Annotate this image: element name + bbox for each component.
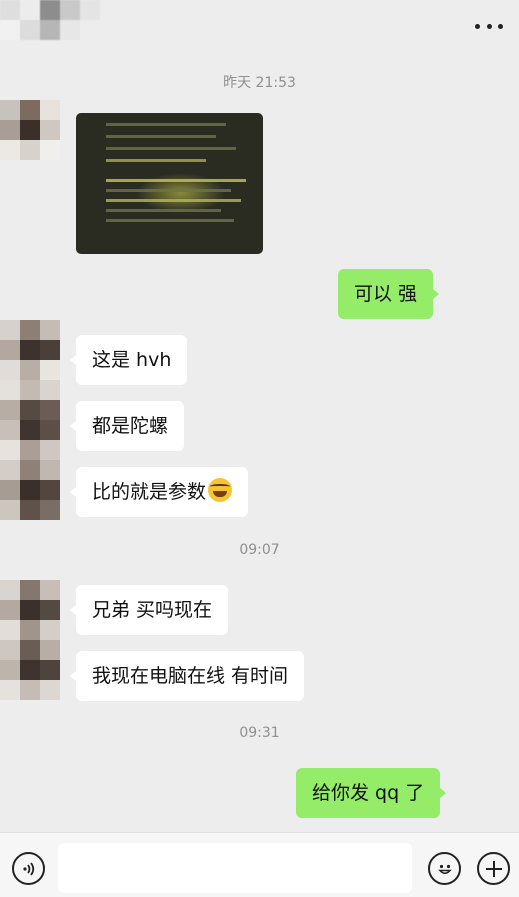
more-options-button[interactable] [475, 14, 503, 38]
avatar[interactable] [0, 580, 60, 700]
message-bubble-other[interactable]: 这是 hvh [69, 335, 188, 385]
image-message[interactable] [76, 113, 263, 254]
timestamp: 09:07 [239, 542, 280, 558]
message-bubble-other[interactable]: 都是陀螺 [69, 401, 185, 451]
message-input[interactable] [58, 843, 412, 893]
message-text: 比的就是参数 [92, 481, 207, 503]
message-bubble-other[interactable]: 我现在电脑在线 有时间 [69, 651, 305, 701]
laugh-tears-emoji-icon [208, 478, 233, 502]
add-button[interactable] [477, 852, 510, 885]
input-bar [0, 832, 519, 897]
voice-icon [22, 861, 34, 876]
message-bubble-other[interactable]: 兄弟 买吗现在 [69, 585, 229, 635]
blurred-chat-title [0, 0, 100, 40]
voice-button[interactable] [12, 852, 45, 885]
add-icon [485, 860, 502, 877]
message-bubble-self[interactable]: 给你发 qq 了 [296, 768, 447, 818]
emoji-icon [437, 864, 452, 874]
avatar[interactable] [0, 100, 60, 160]
avatar[interactable] [0, 460, 60, 520]
avatar[interactable] [0, 320, 60, 380]
emoji-button[interactable] [428, 852, 461, 885]
chat-header [0, 0, 519, 52]
timestamp: 昨天 21:53 [223, 75, 296, 91]
timestamp: 09:31 [239, 725, 280, 741]
avatar-blurred [0, 380, 60, 460]
message-bubble-other[interactable]: 比的就是参数 [69, 467, 249, 517]
more-dots-icon [475, 23, 480, 29]
message-bubble-self[interactable]: 可以 强 [338, 269, 440, 319]
